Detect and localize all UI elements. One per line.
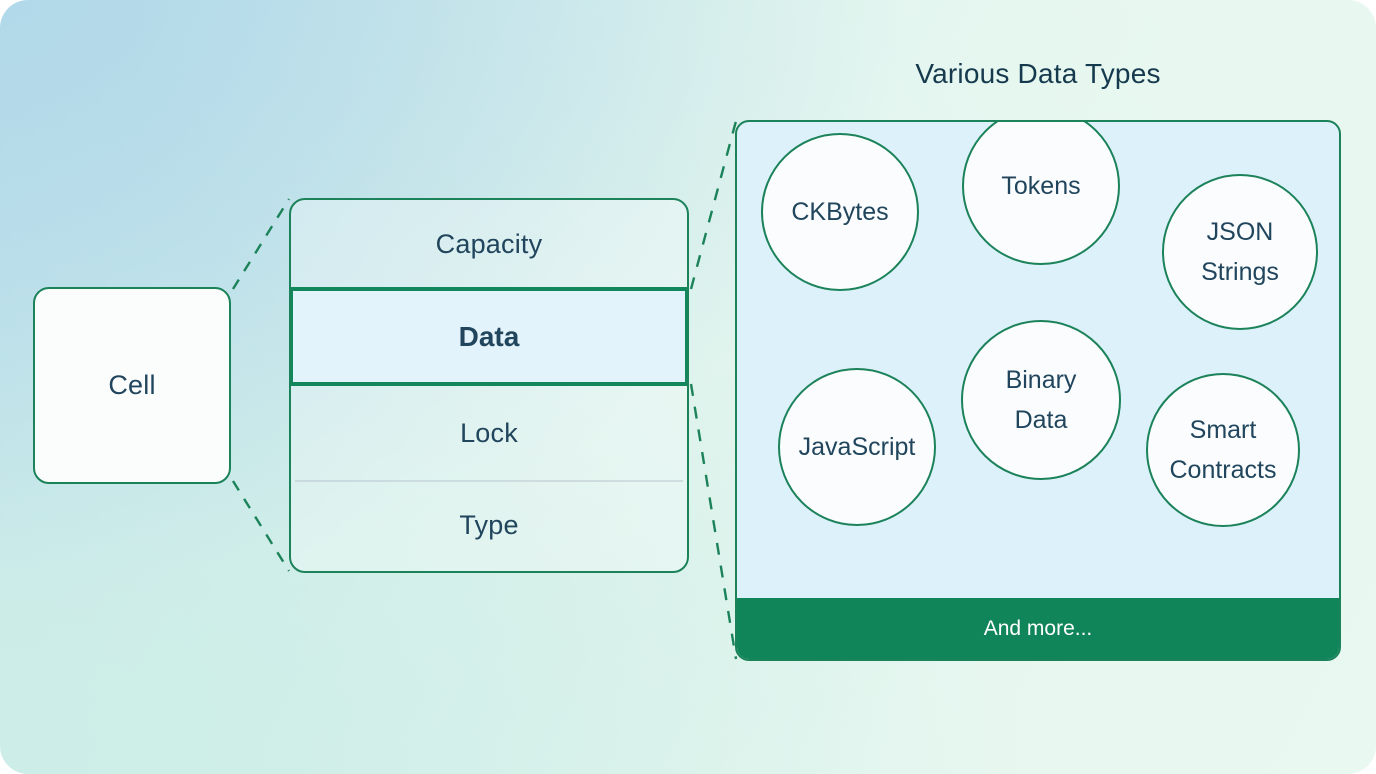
data-type-label-javascript: JavaScript [798,433,916,461]
connector-data-to-panel-bottom [689,383,738,660]
structure-row-data[interactable]: Data [291,287,687,386]
cell-label: Cell [108,370,156,400]
structure-row-capacity-label: Capacity [435,229,543,259]
structure-row-type-label: Type [459,510,519,540]
data-type-bubble-tokens[interactable]: Tokens [962,122,1120,265]
various-data-types-title: Various Data Types [915,58,1161,89]
data-type-label-smart-contracts-line1: Smart [1189,416,1257,444]
data-type-bubble-smart-contracts[interactable]: Smart Contracts [1146,373,1300,527]
data-type-label-ckbytes: CKBytes [791,198,889,226]
data-type-bubble-javascript[interactable]: JavaScript [778,368,936,526]
structure-row-lock-label: Lock [460,417,518,448]
structure-row-lock[interactable]: Lock [291,386,687,480]
structure-row-capacity[interactable]: Capacity [291,200,687,289]
data-type-label-json-strings-line1: JSON [1206,218,1274,246]
data-type-label-binary-data-line1: Binary [1005,366,1077,394]
and-more-label: And more... [983,616,1093,640]
data-type-label-tokens: Tokens [1001,172,1081,200]
connector-cell-to-structure-top [231,198,291,290]
data-type-bubble-binary-data[interactable]: Binary Data [961,320,1121,480]
data-type-label-json-strings-line2: Strings [1201,258,1279,286]
data-type-bubble-json-strings[interactable]: JSON Strings [1162,174,1318,330]
diagram-canvas: Cell Capacity Data Lock Type Various Dat… [0,0,1376,774]
structure-row-data-label: Data [458,320,520,352]
connector-cell-to-structure-bottom [231,480,291,572]
connector-data-to-panel-top [689,120,738,290]
data-type-label-binary-data-line2: Data [1014,406,1068,434]
various-data-types-panel: CKBytes Tokens JSON Strings JavaScript B… [735,120,1341,661]
data-type-bubble-ckbytes[interactable]: CKBytes [761,133,919,291]
structure-row-type[interactable]: Type [291,480,687,571]
and-more-footer: And more... [737,598,1339,659]
cell-card[interactable]: Cell [33,287,231,484]
data-type-label-smart-contracts-line2: Contracts [1169,456,1277,484]
cell-structure-card: Capacity Data Lock Type [289,198,689,573]
